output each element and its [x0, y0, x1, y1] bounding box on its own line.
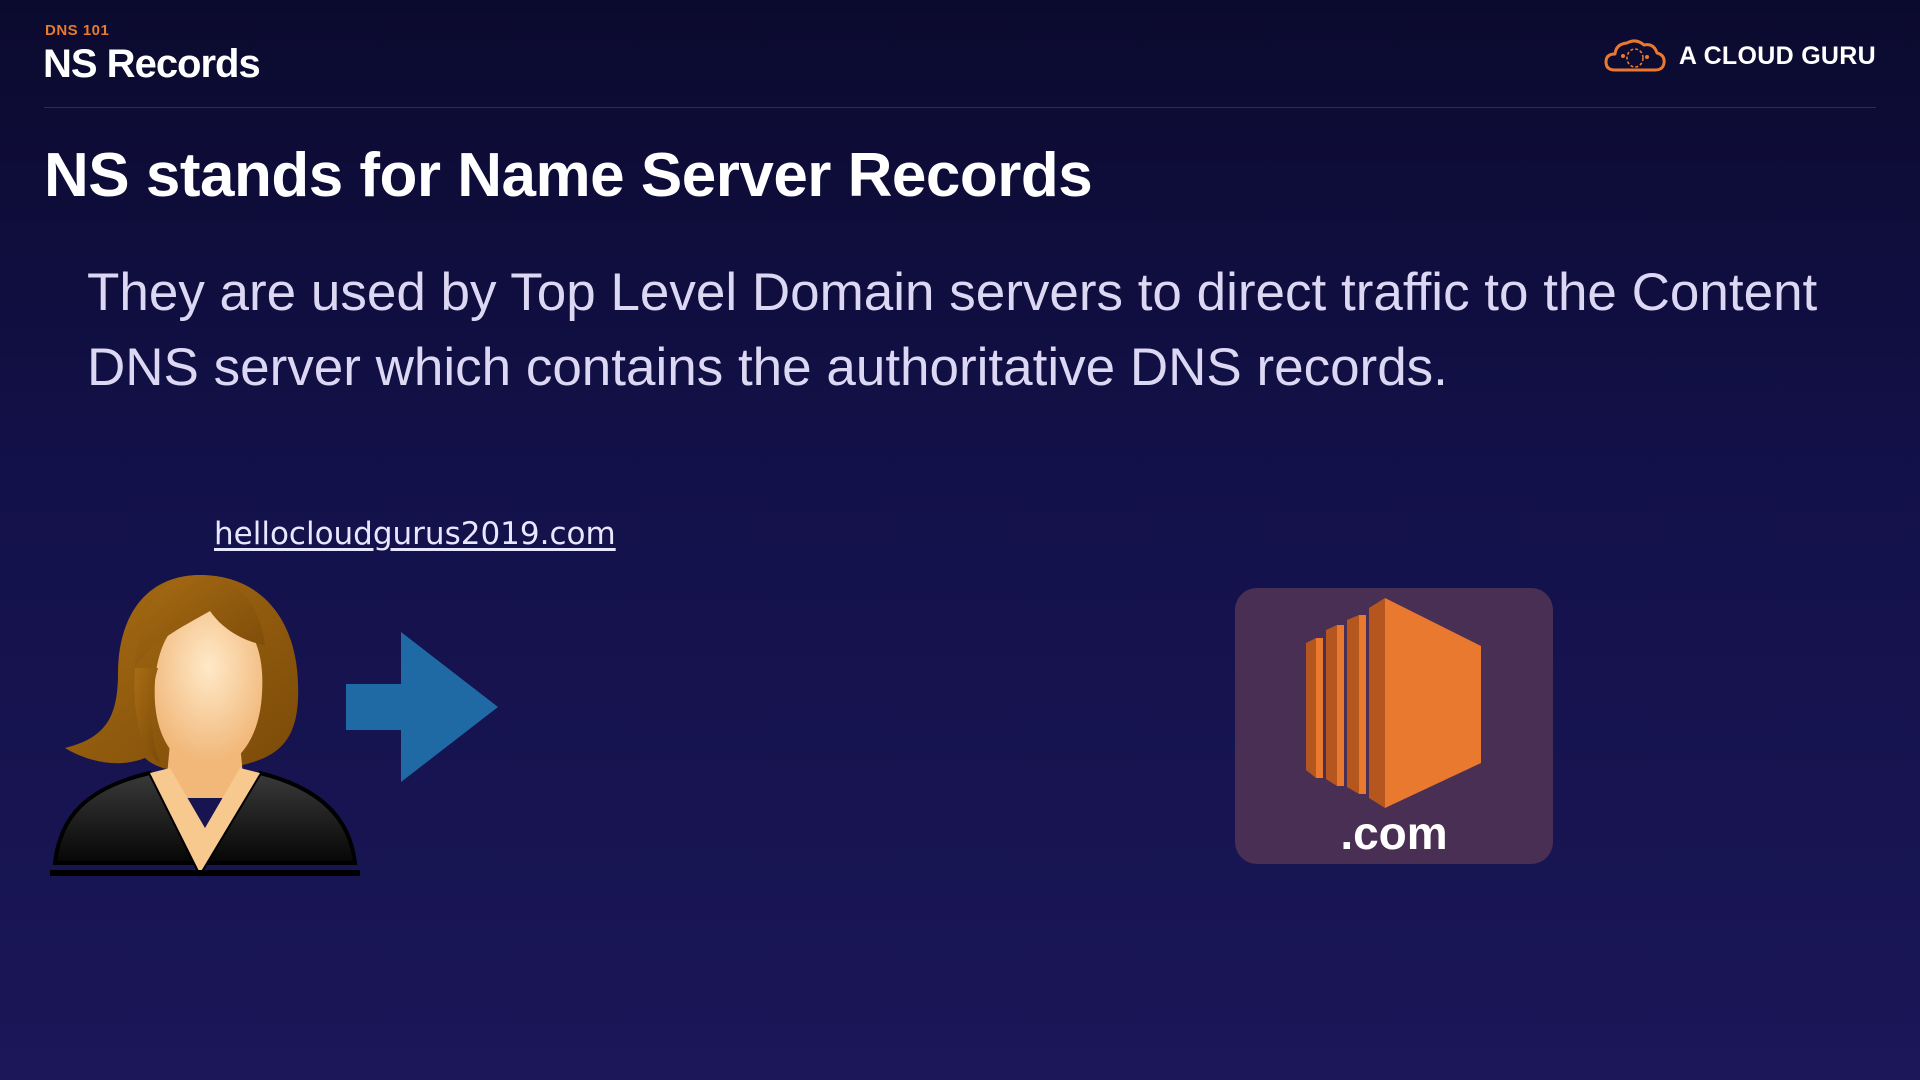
slide-body-text: They are used by Top Level Domain server… [87, 263, 1818, 397]
header-divider [44, 107, 1876, 108]
arrow-right-icon [346, 632, 498, 782]
tld-server-card: .com [1235, 588, 1553, 864]
domain-link[interactable]: hellocloudgurus2019.com [214, 516, 616, 552]
server-icon [1306, 598, 1481, 808]
header-eyebrow: DNS 101 [45, 22, 110, 39]
tld-label: .com [1340, 807, 1448, 859]
user-woman-icon [50, 575, 360, 878]
brand-name: A CLOUD GURU [1678, 41, 1876, 70]
cloud-icon [1604, 39, 1666, 72]
page-title: NS Records [43, 42, 261, 86]
slide-heading: NS stands for Name Server Records [44, 141, 1093, 210]
brand-logo: A CLOUD GURU [1603, 36, 1876, 76]
